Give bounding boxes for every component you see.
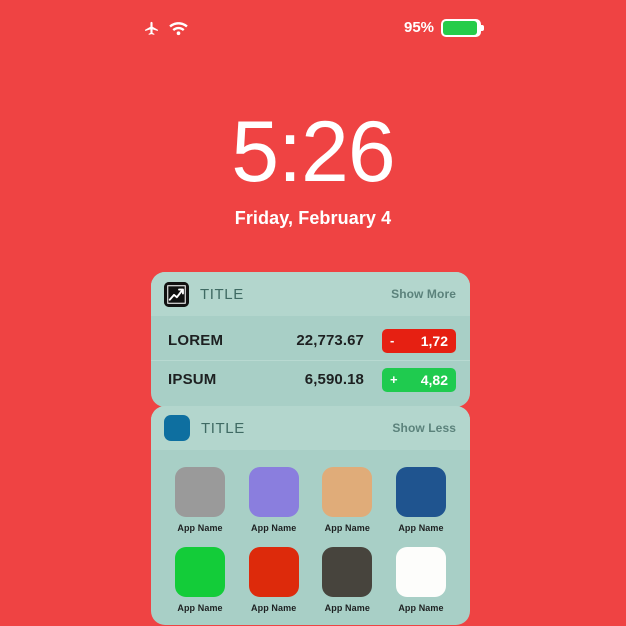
app-item[interactable]: App Name [394, 467, 448, 533]
clock-time: 5:26 [231, 104, 395, 200]
lock-screen: 95% 5:26 Friday, February 4 TITLE Show M… [0, 0, 626, 626]
stocks-list: LOREM 22,773.67 - 1,72 IPSUM 6,590.18 + … [151, 316, 470, 407]
stocks-widget-header: TITLE Show More [151, 272, 470, 316]
stock-price: 22,773.67 [296, 332, 364, 349]
app-item[interactable]: App Name [173, 547, 227, 613]
battery-fill [443, 21, 478, 35]
status-bar: 95% [0, 17, 626, 47]
stock-symbol: LOREM [168, 332, 224, 349]
stock-change-sign: + [390, 372, 398, 387]
airplane-mode-icon [143, 20, 160, 42]
status-bar-right: 95% [404, 19, 485, 37]
clock-block: 5:26 Friday, February 4 [0, 104, 626, 230]
clock-date: Friday, February 4 [234, 208, 392, 228]
app-tile[interactable] [175, 467, 225, 517]
apps-widget-header: TITLE Show Less [151, 406, 470, 450]
show-less-button[interactable]: Show Less [392, 421, 456, 435]
stocks-chart-icon [164, 281, 189, 307]
stock-price: 6,590.18 [304, 371, 364, 388]
app-label: App Name [324, 523, 370, 533]
status-bar-left-icons [143, 20, 188, 42]
app-tile[interactable] [395, 547, 446, 597]
app-tile[interactable] [175, 547, 225, 597]
app-grid-row: App Name App Name App Name App Name [173, 467, 448, 533]
stock-change-value: 1,72 [420, 332, 448, 349]
app-tile[interactable] [322, 467, 373, 517]
show-more-button[interactable]: Show More [391, 287, 456, 301]
stock-row[interactable]: IPSUM 6,590.18 + 4,82 [151, 360, 470, 399]
app-item[interactable]: App Name [247, 547, 301, 613]
battery-percentage-label: 95% [404, 19, 435, 36]
app-tile[interactable] [322, 547, 373, 597]
app-item[interactable]: App Name [247, 467, 301, 533]
app-square-icon [164, 415, 190, 441]
app-tile[interactable] [248, 547, 299, 597]
app-item[interactable]: App Name [320, 547, 374, 613]
stock-symbol: IPSUM [168, 371, 217, 388]
wifi-icon [169, 21, 188, 41]
app-item[interactable]: App Name [173, 467, 227, 533]
apps-widget[interactable]: TITLE Show Less App Name App Name App Na… [151, 406, 470, 625]
stocks-widget[interactable]: TITLE Show More LOREM 22,773.67 - 1,72 I… [151, 272, 470, 407]
app-tile[interactable] [395, 467, 446, 517]
apps-widget-title: TITLE [201, 419, 245, 437]
app-grid-row: App Name App Name App Name App Name [173, 547, 448, 613]
app-label: App Name [177, 523, 223, 533]
app-grid: App Name App Name App Name App Name App … [151, 450, 470, 625]
stock-change-value: 4,82 [420, 371, 448, 388]
app-item[interactable]: App Name [394, 547, 448, 613]
stock-change-sign: - [390, 333, 395, 348]
stock-change-badge: + 4,82 [382, 367, 456, 392]
stocks-widget-title: TITLE [200, 285, 244, 303]
app-label: App Name [398, 603, 444, 613]
app-label: App Name [177, 603, 223, 613]
app-tile[interactable] [248, 467, 299, 517]
stock-row[interactable]: LOREM 22,773.67 - 1,72 [151, 321, 470, 360]
app-label: App Name [398, 523, 444, 533]
app-label: App Name [251, 523, 297, 533]
battery-icon [441, 19, 485, 37]
app-label: App Name [324, 603, 370, 613]
stock-change-badge: - 1,72 [382, 328, 456, 353]
app-label: App Name [251, 603, 297, 613]
app-item[interactable]: App Name [320, 467, 374, 533]
